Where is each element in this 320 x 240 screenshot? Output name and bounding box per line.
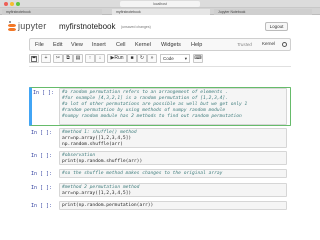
jupyter-logo-icon[interactable] xyxy=(8,21,16,32)
logout-button[interactable]: Logout xyxy=(265,22,288,31)
stop-icon[interactable]: ■ xyxy=(127,54,137,63)
menu-bar: File Edit View Insert Cell Kernel Widget… xyxy=(29,38,291,51)
code-line: print(np.random.shuffle(arr)) xyxy=(62,159,143,164)
code-cell-input[interactable]: #so the shuffle method makes changes to … xyxy=(59,169,287,178)
minimize-window-icon[interactable] xyxy=(10,2,14,6)
code-cell-input[interactable]: #method 2 permutation method arr=np.arra… xyxy=(59,183,287,197)
save-status: (unsaved changes) xyxy=(121,25,151,29)
browser-titlebar: localhost xyxy=(0,0,320,8)
maximize-window-icon[interactable] xyxy=(16,2,20,6)
cell-prompt: In [ ]: xyxy=(31,203,53,209)
toolbar: + ✂ ⧉ ▤ ↑ ↓ ▶Run ■ ↻ » Code ▾ ⌨ xyxy=(29,52,291,64)
cell-prompt: In [ ]: xyxy=(31,171,53,177)
cut-icon[interactable]: ✂ xyxy=(53,54,63,63)
code-line: #so the shuffle method makes changes to … xyxy=(62,171,223,176)
run-label: Run xyxy=(114,55,124,61)
chevron-down-icon: ▾ xyxy=(184,56,187,61)
kernel-name[interactable]: Kernel xyxy=(262,41,275,46)
code-line: #a lot of other permutations are possibl… xyxy=(62,102,248,107)
address-bar[interactable]: localhost xyxy=(120,1,200,7)
menu-kernel[interactable]: Kernel xyxy=(135,42,151,48)
move-up-icon[interactable]: ↑ xyxy=(85,54,95,63)
menu-file[interactable]: File xyxy=(35,42,44,48)
close-window-icon[interactable] xyxy=(4,2,8,6)
code-line: #observation xyxy=(62,153,96,158)
cell-prompt: In [ ]: xyxy=(31,130,53,136)
jupyter-brand[interactable]: jupyter xyxy=(18,21,46,31)
code-line: #numpy random module has 2 methods to fi… xyxy=(62,114,242,119)
code-cell-input[interactable]: #a random permutation refers to an arran… xyxy=(59,88,287,125)
code-line: #method 2 permutation method xyxy=(62,185,140,190)
menu-view[interactable]: View xyxy=(71,42,83,48)
code-line: np.random.shuffle(arr) xyxy=(62,142,123,147)
keyboard-icon[interactable]: ⌨ xyxy=(193,54,203,63)
code-line: #method 1: shuffle() method xyxy=(62,130,137,135)
cell-prompt: In [ ]: xyxy=(31,153,53,159)
cell-type-select[interactable]: Code ▾ xyxy=(160,54,190,63)
header-divider xyxy=(29,66,291,67)
browser-tab[interactable]: Jupyter Notebook xyxy=(214,9,312,15)
menu-edit[interactable]: Edit xyxy=(53,42,62,48)
save-icon[interactable] xyxy=(29,54,39,63)
code-line: #random permutation by using methods of … xyxy=(62,108,226,113)
code-line: print(np.random.permutation(arr)) xyxy=(62,203,154,208)
restart-icon[interactable]: ↻ xyxy=(137,54,147,63)
paste-icon[interactable]: ▤ xyxy=(73,54,83,63)
menu-cell[interactable]: Cell xyxy=(116,42,125,48)
code-cell-input[interactable]: print(np.random.permutation(arr)) xyxy=(59,201,287,210)
menu-insert[interactable]: Insert xyxy=(92,42,106,48)
code-line: arr=np.array([1,2,3,4,5]) xyxy=(62,191,132,196)
code-line: arr=np.array([1,2,3,4,5]) xyxy=(62,136,132,141)
cell-type-value: Code xyxy=(163,56,174,61)
code-line: #for example [4,3,2,1] is a random permu… xyxy=(62,96,228,101)
code-cell-input[interactable]: #observation print(np.random.shuffle(arr… xyxy=(59,151,287,165)
menu-widgets[interactable]: Widgets xyxy=(161,42,181,48)
trusted-indicator[interactable]: Trusted xyxy=(237,42,252,47)
browser-tabbar: myfirstnotebook myfirstnotebook Jupyter … xyxy=(0,8,320,15)
code-line: #a random permutation refers to an arran… xyxy=(62,90,228,95)
run-button[interactable]: ▶Run xyxy=(107,54,127,63)
notebook-name[interactable]: myfirstnotebook xyxy=(59,22,115,31)
copy-icon[interactable]: ⧉ xyxy=(63,54,73,63)
browser-tab[interactable]: myfirstnotebook xyxy=(112,9,210,15)
code-cell-input[interactable]: #method 1: shuffle() method arr=np.array… xyxy=(59,128,287,148)
move-down-icon[interactable]: ↓ xyxy=(95,54,105,63)
browser-tab[interactable]: myfirstnotebook xyxy=(2,9,102,15)
add-cell-icon[interactable]: + xyxy=(41,54,51,63)
kernel-status-icon xyxy=(282,42,287,47)
cell-prompt: In [ ]: xyxy=(33,90,55,96)
cell-prompt: In [ ]: xyxy=(31,185,53,191)
fast-forward-icon[interactable]: » xyxy=(147,54,157,63)
menu-help[interactable]: Help xyxy=(191,42,202,48)
notebook-container: In [ ]: #a random permutation refers to … xyxy=(29,68,291,234)
